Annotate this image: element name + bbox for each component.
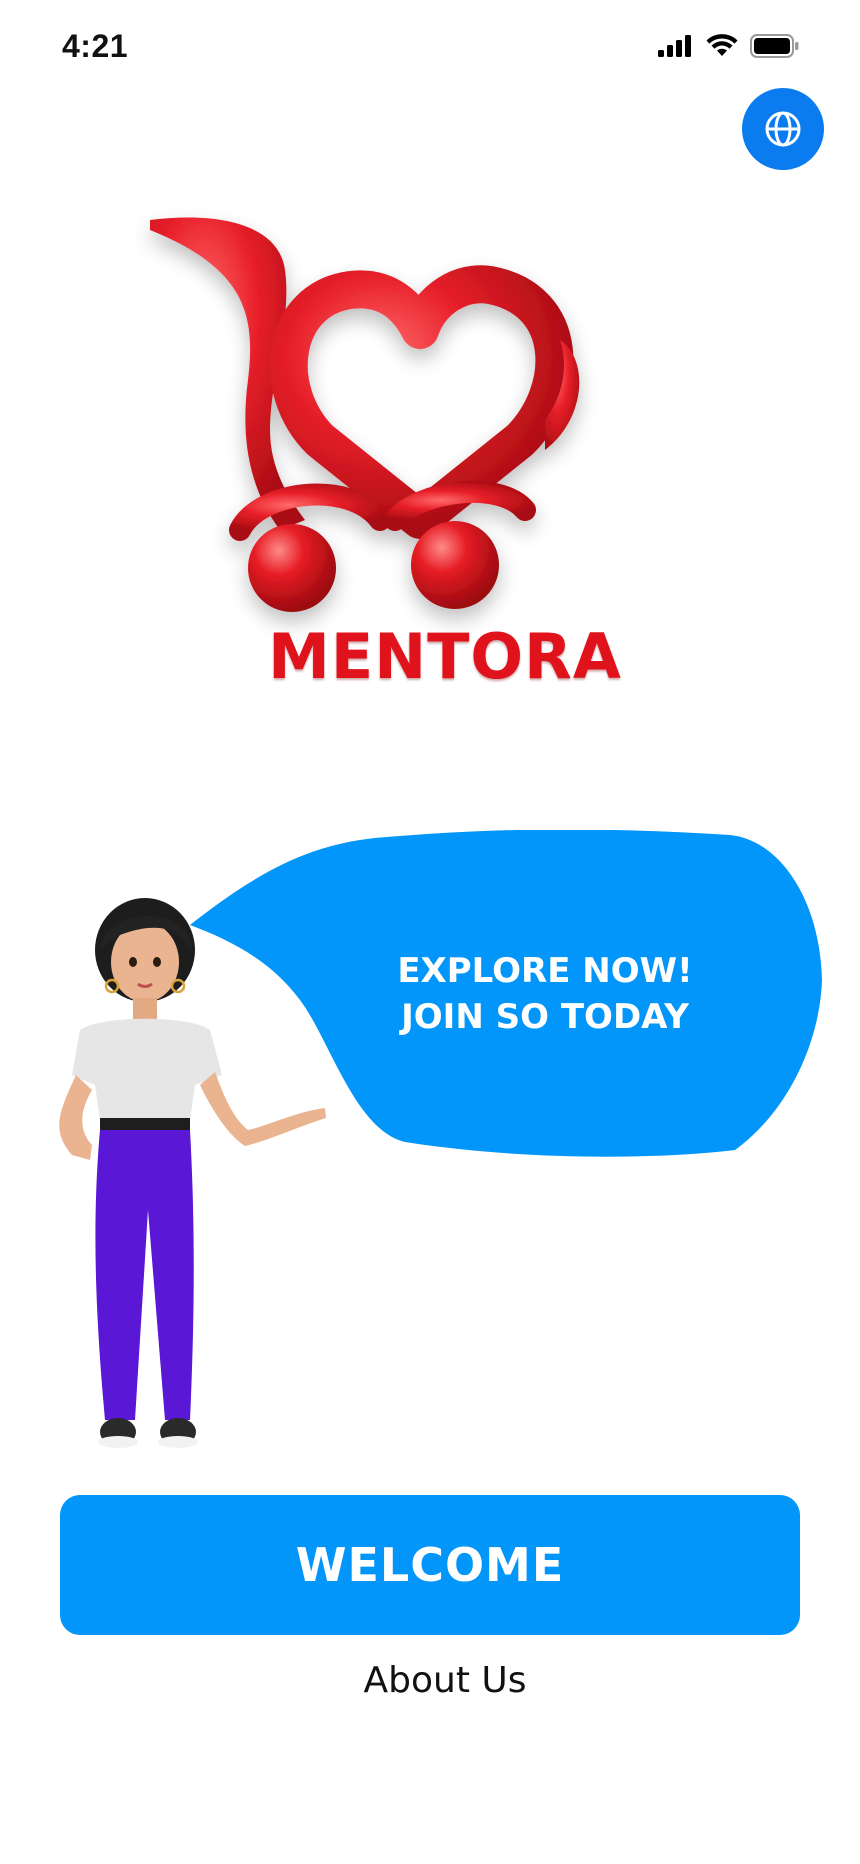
woman-character-illustration: [59, 898, 326, 1448]
status-bar: 4:21: [0, 0, 860, 92]
status-icons: [658, 34, 800, 58]
cellular-signal-icon: [658, 35, 691, 57]
status-time: 4:21: [62, 28, 129, 64]
globe-icon: [765, 111, 801, 147]
about-us-link[interactable]: About Us: [0, 1660, 860, 1701]
welcome-button[interactable]: WELCOME: [60, 1495, 800, 1635]
brand-name: MENTORA: [268, 620, 622, 693]
language-button[interactable]: [742, 88, 824, 170]
battery-icon: [750, 34, 799, 58]
wifi-icon: [706, 34, 738, 56]
